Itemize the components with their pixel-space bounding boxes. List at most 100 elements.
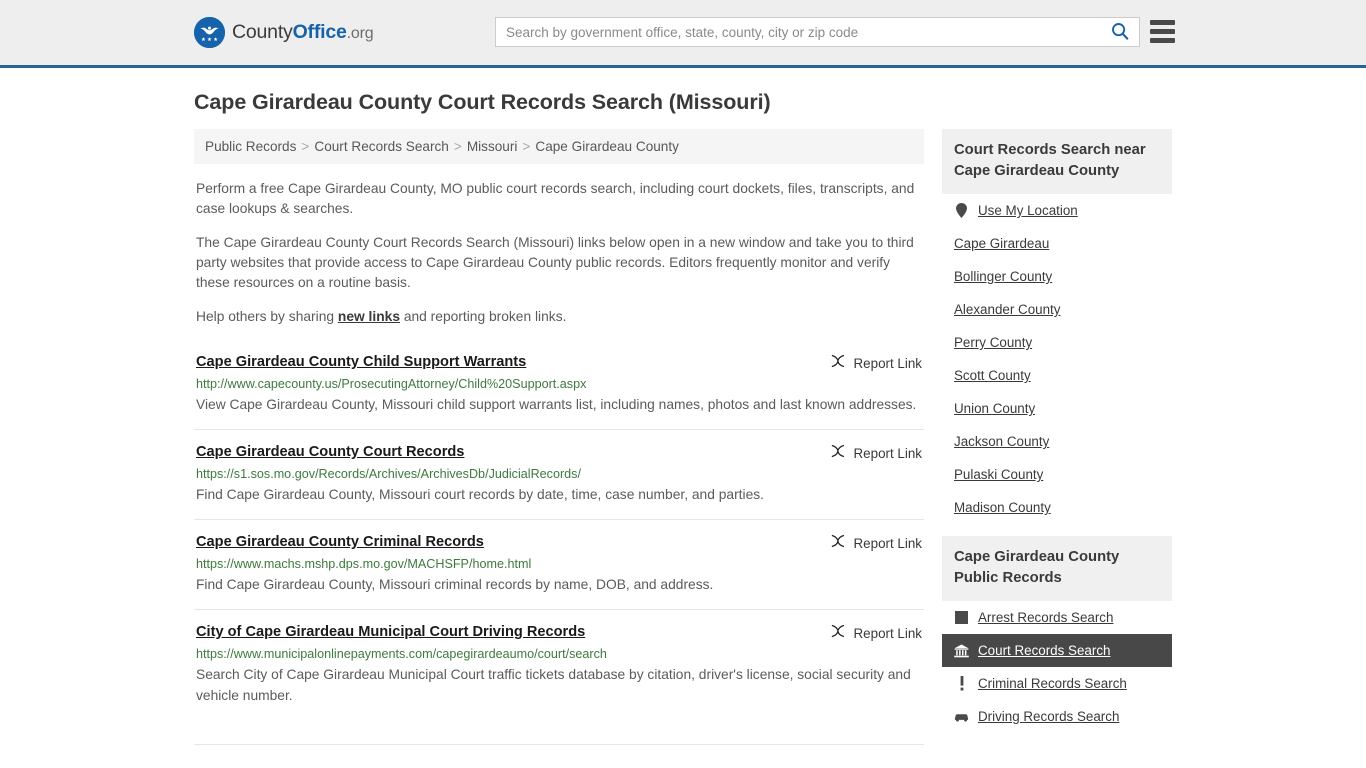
sidebar-item-arrest-records-search[interactable]: Arrest Records Search — [942, 601, 1172, 634]
report-link-button[interactable]: Report Link — [830, 443, 922, 464]
sidebar-link-label[interactable]: Cape Girardeau — [954, 236, 1049, 251]
sidebar-item-union-county[interactable]: Union County — [942, 392, 1172, 425]
hamburger-bar-2 — [1150, 29, 1175, 34]
report-link-label: Report Link — [853, 356, 922, 371]
sidebar-link-label[interactable]: Arrest Records Search — [978, 610, 1113, 625]
intro-share-suffix: and reporting broken links. — [400, 309, 567, 324]
result-title-link[interactable]: Cape Girardeau County Child Support Warr… — [196, 354, 526, 370]
search-input[interactable] — [496, 18, 1101, 46]
page-title: Cape Girardeau County Court Records Sear… — [194, 90, 771, 114]
sidebar-link-label[interactable]: Madison County — [954, 500, 1051, 515]
result-url: https://s1.sos.mo.gov/Records/Archives/A… — [196, 467, 581, 481]
sidebar-item-cape-girardeau[interactable]: Cape Girardeau — [942, 227, 1172, 260]
sidebar-item-driving-records-search[interactable]: Driving Records Search — [942, 700, 1172, 733]
sidebar-link-label[interactable]: Perry County — [954, 335, 1032, 350]
result-item: Cape Girardeau County Criminal Records R… — [194, 519, 924, 609]
result-description: Find Cape Girardeau County, Missouri cou… — [196, 487, 764, 502]
breadcrumb-item-missouri[interactable]: Missouri — [467, 139, 518, 154]
sidebar-link-label[interactable]: Driving Records Search — [978, 709, 1119, 724]
result-title-link[interactable]: Cape Girardeau County Court Records — [196, 444, 464, 460]
result-url: https://www.municipalonlinepayments.com/… — [196, 647, 607, 661]
report-link-label: Report Link — [853, 446, 922, 461]
results-list: Cape Girardeau County Child Support Warr… — [194, 345, 924, 745]
sidebar-link-label[interactable]: Scott County — [954, 368, 1031, 383]
logo-text-org: .org — [346, 25, 374, 42]
result-url: https://www.machs.mshp.dps.mo.gov/MACHSF… — [196, 557, 532, 571]
public-records-heading: Cape Girardeau County Public Records — [942, 536, 1172, 601]
sidebar-item-jackson-county[interactable]: Jackson County — [942, 425, 1172, 458]
sidebar-link-label[interactable]: Court Records Search — [978, 643, 1110, 658]
exclamation-icon — [954, 676, 969, 691]
report-link-button[interactable]: Report Link — [830, 533, 922, 554]
sidebar-link-label[interactable]: Alexander County — [954, 302, 1060, 317]
result-item: City of Cape Girardeau Municipal Court D… — [194, 609, 924, 720]
sidebar-item-pulaski-county[interactable]: Pulaski County — [942, 458, 1172, 491]
sidebar-link-label[interactable]: Jackson County — [954, 434, 1049, 449]
result-title-link[interactable]: City of Cape Girardeau Municipal Court D… — [196, 624, 585, 640]
breadcrumb-separator: > — [522, 139, 531, 154]
sidebar-item-bollinger-county[interactable]: Bollinger County — [942, 260, 1172, 293]
content-layout: Public Records > Court Records Search > Miss… — [194, 129, 1172, 745]
result-description: Find Cape Girardeau County, Missouri cri… — [196, 577, 714, 592]
results-bottom-divider — [194, 744, 924, 745]
breadcrumb-item-public-records[interactable]: Public Records — [205, 139, 296, 154]
report-link-button[interactable]: Report Link — [830, 623, 922, 644]
sidebar-link-label[interactable]: Union County — [954, 401, 1035, 416]
sidebar-item-madison-county[interactable]: Madison County — [942, 491, 1172, 524]
sidebar-item-scott-county[interactable]: Scott County — [942, 359, 1172, 392]
intro-paragraph-1: Perform a free Cape Girardeau County, MO… — [196, 181, 915, 216]
report-link-button[interactable]: Report Link — [830, 353, 922, 374]
public-records-box: Cape Girardeau County Public Records Arr… — [942, 536, 1172, 733]
sidebar-item-alexander-county[interactable]: Alexander County — [942, 293, 1172, 326]
sidebar-link-label[interactable]: Bollinger County — [954, 269, 1052, 284]
hamburger-bar-1 — [1150, 20, 1175, 25]
intro-share-prefix: Help others by sharing — [196, 309, 338, 324]
intro-paragraph-2: The Cape Girardeau County Court Records … — [196, 235, 914, 290]
broken-link-icon — [830, 443, 846, 464]
breadcrumb-item-court-records-search[interactable]: Court Records Search — [314, 139, 448, 154]
result-description: Search City of Cape Girardeau Municipal … — [196, 667, 911, 703]
courthouse-icon — [954, 643, 969, 658]
breadcrumb-item-cape-girardeau-county[interactable]: Cape Girardeau County — [535, 139, 679, 154]
search-icon — [1111, 22, 1129, 43]
search-bar[interactable] — [495, 17, 1140, 47]
result-title-link[interactable]: Cape Girardeau County Criminal Records — [196, 534, 484, 550]
broken-link-icon — [830, 353, 846, 374]
breadcrumb-separator: > — [301, 139, 310, 154]
public-records-list: Arrest Records Search Court Records Sear… — [942, 601, 1172, 733]
sidebar-item-court-records-search[interactable]: Court Records Search — [942, 634, 1172, 667]
nearby-search-box: Court Records Search near Cape Girardeau… — [942, 129, 1172, 524]
sidebar: Court Records Search near Cape Girardeau… — [942, 129, 1172, 733]
new-links-link[interactable]: new links — [338, 309, 400, 324]
fingerprint-card-icon — [954, 610, 969, 625]
sidebar-link-label[interactable]: Criminal Records Search — [978, 676, 1127, 691]
result-item: Cape Girardeau County Child Support Warr… — [194, 345, 924, 429]
nearby-search-heading: Court Records Search near Cape Girardeau… — [942, 129, 1172, 194]
result-description: View Cape Girardeau County, Missouri chi… — [196, 397, 917, 412]
broken-link-icon — [830, 533, 846, 554]
nearby-search-list: Use My Location Cape Girardeau Bollinger… — [942, 194, 1172, 524]
hamburger-menu-icon[interactable] — [1150, 20, 1175, 43]
intro-paragraph-3: Help others by sharing new links and rep… — [194, 307, 924, 327]
result-item: Cape Girardeau County Court Records Repo… — [194, 429, 924, 519]
map-pin-icon — [954, 203, 969, 218]
eagle-seal-icon — [194, 17, 225, 48]
sidebar-link-label[interactable]: Pulaski County — [954, 467, 1043, 482]
breadcrumb-separator: > — [453, 139, 462, 154]
sidebar-item-use-my-location[interactable]: Use My Location — [942, 194, 1172, 227]
site-logo[interactable]: CountyOffice.org — [194, 17, 374, 48]
search-button[interactable] — [1101, 18, 1139, 46]
hamburger-bar-3 — [1150, 38, 1175, 43]
report-link-label: Report Link — [853, 626, 922, 641]
breadcrumb: Public Records > Court Records Search > Miss… — [194, 129, 924, 164]
site-logo-text: CountyOffice.org — [232, 21, 374, 44]
car-icon — [954, 709, 969, 724]
sidebar-item-perry-county[interactable]: Perry County — [942, 326, 1172, 359]
site-header: CountyOffice.org — [0, 0, 1366, 68]
sidebar-link-label[interactable]: Use My Location — [978, 203, 1078, 218]
intro-text: Perform a free Cape Girardeau County, MO… — [194, 179, 924, 327]
broken-link-icon — [830, 623, 846, 644]
page-container: Cape Girardeau County Court Records Sear… — [0, 90, 1366, 745]
sidebar-item-criminal-records-search[interactable]: Criminal Records Search — [942, 667, 1172, 700]
